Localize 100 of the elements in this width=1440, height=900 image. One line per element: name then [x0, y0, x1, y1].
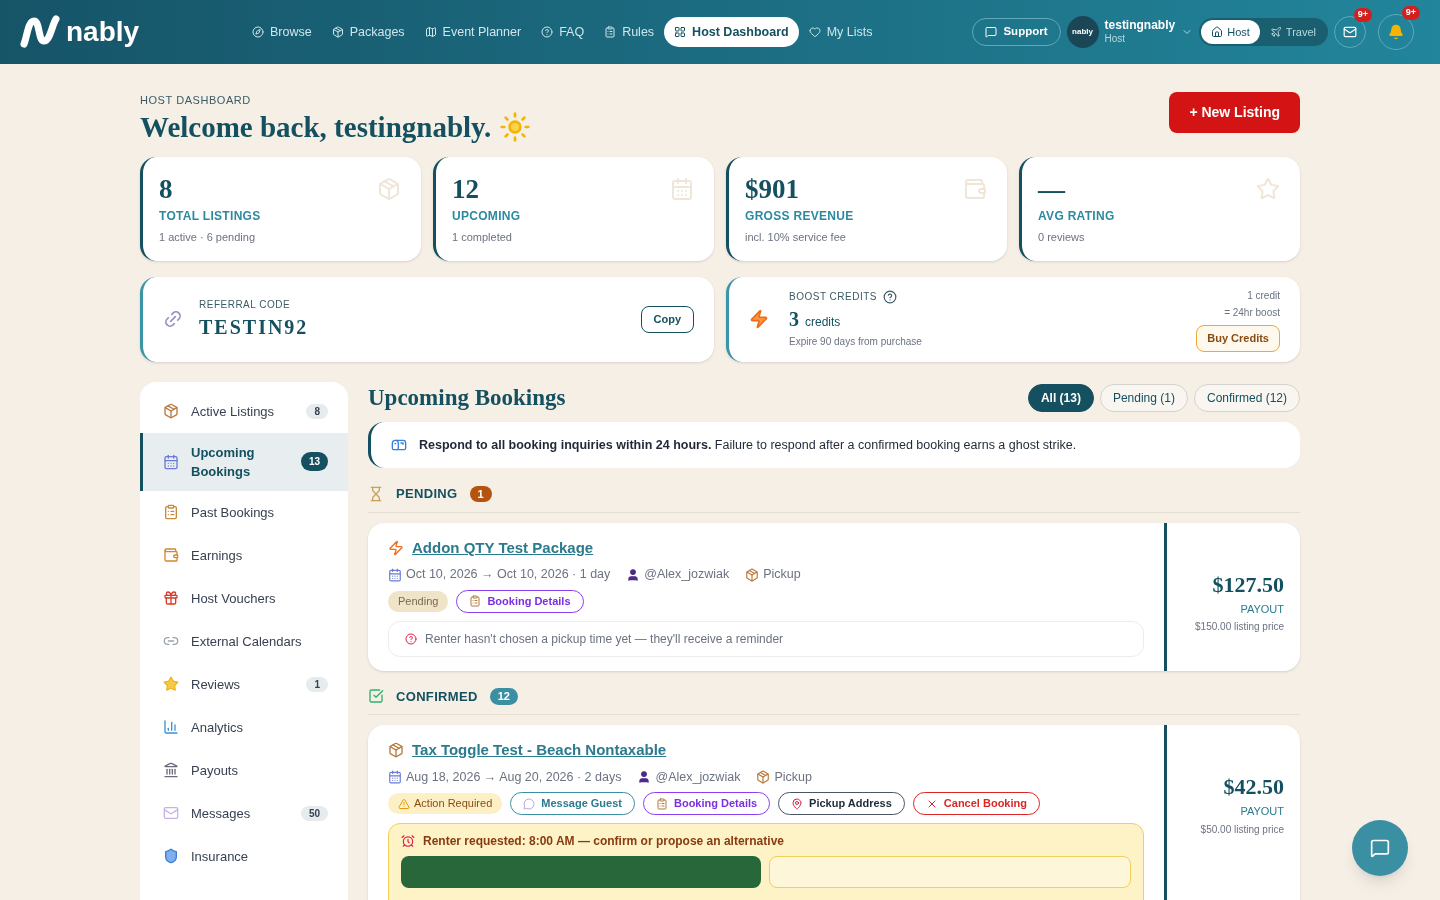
help-icon[interactable] — [883, 289, 897, 304]
sidebar-item[interactable]: Upcoming Bookings 13 — [140, 432, 348, 491]
payout-label: PAYOUT — [1240, 601, 1284, 617]
sidebar-item[interactable]: Analytics — [140, 705, 348, 749]
star-icon — [163, 676, 179, 692]
sidebar-item[interactable]: Active Listings 8 — [140, 389, 348, 433]
request-text: Renter requested: 8:00 AM — confirm or propose an alternative — [423, 832, 784, 850]
sidebar-item[interactable]: Host Vouchers — [140, 576, 348, 620]
credit-expiry: Expire 90 days from purchase — [789, 335, 922, 350]
logo-text[interactable]: nably — [66, 18, 140, 46]
nav-link[interactable]: Host Dashboard — [664, 16, 799, 48]
package-icon — [377, 176, 401, 201]
booking-action-button[interactable]: Pickup Address — [778, 792, 905, 815]
stat-subtext: 0 reviews — [1038, 229, 1085, 245]
delivery-method: Pickup — [774, 768, 812, 786]
user-icon — [637, 769, 652, 784]
user-icon — [626, 567, 641, 582]
nav-link[interactable]: FAQ — [531, 16, 595, 48]
sidebar-item[interactable]: External Calendars — [140, 619, 348, 663]
stat-label: UPCOMING — [452, 207, 521, 225]
star-icon — [1256, 176, 1280, 201]
section-title: Upcoming Bookings — [368, 383, 566, 412]
booking-action-button[interactable]: Booking Details — [456, 590, 584, 613]
warning-icon — [398, 797, 410, 810]
stat-value: $901 — [745, 172, 799, 206]
nav-link[interactable]: Event Planner — [414, 16, 532, 48]
clipboard-icon — [163, 504, 179, 520]
status-badge: Pending — [388, 591, 449, 612]
booking-title-link[interactable]: Addon QTY Test Package — [412, 536, 594, 560]
plane-icon — [1269, 26, 1282, 38]
house-icon — [1211, 26, 1224, 38]
count-badge: 1 — [306, 676, 328, 692]
credit-count: 3 — [789, 307, 799, 333]
envelope-icon — [1343, 25, 1357, 39]
calendar-icon — [388, 769, 402, 784]
filter-pill[interactable]: Confirmed (12) — [1193, 383, 1300, 412]
notification-badge: 9+ — [1353, 8, 1372, 22]
booking-dates: Oct 10, 2026 → Oct 10, 2026 · 1 day — [406, 566, 611, 584]
credit-rate: = 24hr boost — [1224, 306, 1280, 320]
envelope-icon — [163, 805, 179, 821]
booking-action-button[interactable]: Cancel Booking — [912, 792, 1040, 815]
hourglass-icon — [368, 486, 384, 502]
nav-link[interactable]: Rules — [594, 16, 665, 48]
wallet-icon — [163, 547, 179, 563]
stat-value: 12 — [452, 172, 479, 206]
sidebar-item[interactable]: Insurance — [140, 834, 348, 878]
compass-icon — [252, 26, 264, 38]
sidebar-item[interactable]: Reviews 1 — [140, 662, 348, 706]
nav-link[interactable]: My Lists — [798, 16, 883, 48]
stat-label: TOTAL LISTINGS — [159, 207, 261, 225]
page-title: Welcome back, testingnably. — [140, 109, 492, 145]
stat-label: AVG RATING — [1038, 207, 1115, 225]
speech-bubble-icon — [985, 26, 998, 38]
logo-icon — [20, 15, 60, 49]
filter-pill[interactable]: Pending (1) — [1099, 383, 1188, 412]
chat-button[interactable] — [1352, 820, 1408, 876]
stat-subtext: 1 completed — [452, 229, 512, 245]
package-icon — [756, 769, 771, 784]
grid-icon — [674, 26, 687, 38]
calendar-icon — [388, 567, 402, 582]
boost-label: BOOST CREDITS — [789, 290, 877, 305]
sun-icon — [499, 110, 532, 143]
filter-pill[interactable]: All (13) — [1027, 383, 1094, 412]
copy-button[interactable]: Copy — [640, 306, 694, 333]
referral-code: TESTIN92 — [199, 314, 309, 340]
mode-tab[interactable]: Host — [1201, 19, 1260, 45]
nav-link[interactable]: Browse — [242, 16, 322, 48]
wallet-icon — [963, 176, 987, 201]
count-badge: 50 — [300, 805, 328, 821]
sidebar-item[interactable]: Earnings — [140, 533, 348, 577]
new-listing-button[interactable]: + New Listing — [1169, 92, 1300, 133]
stat-value: — — [1038, 172, 1065, 206]
stat-subtext: 1 active · 6 pending — [159, 229, 255, 245]
gift-icon — [163, 590, 179, 606]
sidebar-item[interactable]: Messages 50 — [140, 791, 348, 835]
booking-action-button[interactable]: Message Guest — [510, 792, 635, 815]
group-heading: PENDING — [396, 485, 458, 504]
referral-label: REFERRAL CODE — [199, 297, 292, 312]
bank-icon — [163, 762, 179, 778]
sidebar-item[interactable]: Past Bookings — [140, 490, 348, 534]
group-heading: CONFIRMED — [396, 687, 478, 706]
listing-price: $50.00 listing price — [1200, 822, 1284, 837]
avatar[interactable]: nably — [1066, 16, 1099, 48]
question-icon — [405, 632, 417, 645]
payout-label: PAYOUT — [1240, 804, 1284, 819]
checkbox-icon — [368, 688, 384, 705]
map-icon — [424, 26, 437, 38]
mode-tab[interactable]: Travel — [1259, 19, 1326, 45]
buy-credits-button[interactable]: Buy Credits — [1196, 325, 1280, 352]
shield-icon — [163, 848, 179, 864]
listing-price: $150.00 listing price — [1195, 620, 1284, 635]
booking-action-button[interactable]: Booking Details — [643, 792, 771, 815]
booking-dates: Aug 18, 2026 → Aug 20, 2026 · 2 days — [406, 768, 622, 786]
booking-title-link[interactable]: Tax Toggle Test - Beach Nontaxable — [412, 739, 667, 762]
bar-chart-icon — [163, 719, 179, 735]
stat-value: 8 — [159, 172, 173, 206]
guest-name: @Alex_jozwiak — [644, 566, 730, 584]
sidebar-item[interactable]: Payouts — [140, 748, 348, 792]
nav-link[interactable]: Packages — [321, 16, 415, 48]
clipboard-icon — [469, 595, 482, 608]
